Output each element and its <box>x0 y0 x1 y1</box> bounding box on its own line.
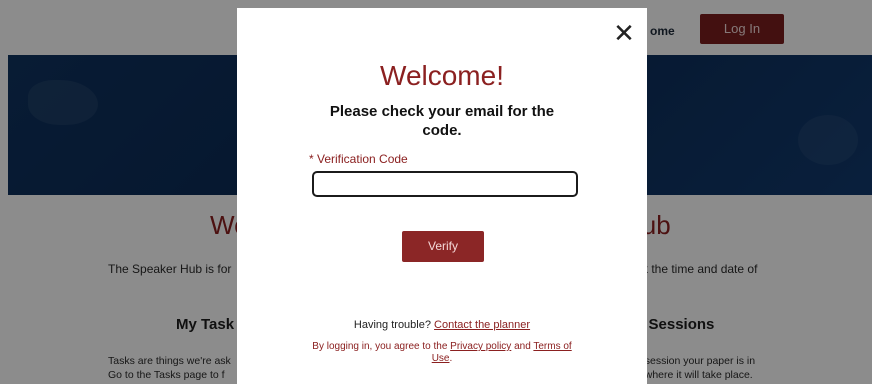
trouble-text: Having trouble? <box>353 319 431 331</box>
verification-modal: ✕ Welcome! Please check your email for t… <box>237 8 647 384</box>
terms-prefix: By logging in, you agree to the <box>312 341 448 352</box>
privacy-policy-link[interactable]: Privacy policy <box>450 341 511 352</box>
close-icon[interactable]: ✕ <box>613 20 635 46</box>
trouble-line: Having trouble? Contact the planner <box>237 319 647 331</box>
contact-planner-link[interactable]: Contact the planner <box>434 319 530 331</box>
verification-code-input[interactable] <box>312 171 578 197</box>
terms-suffix: . <box>449 353 453 364</box>
terms-and: and <box>514 341 531 352</box>
verification-code-label: * Verification Code <box>309 152 408 166</box>
verify-button[interactable]: Verify <box>402 231 484 262</box>
modal-subtitle: Please check your email for the code. <box>329 103 555 139</box>
terms-notice: By logging in, you agree to the Privacy … <box>307 341 577 365</box>
modal-title: Welcome! <box>380 60 504 91</box>
